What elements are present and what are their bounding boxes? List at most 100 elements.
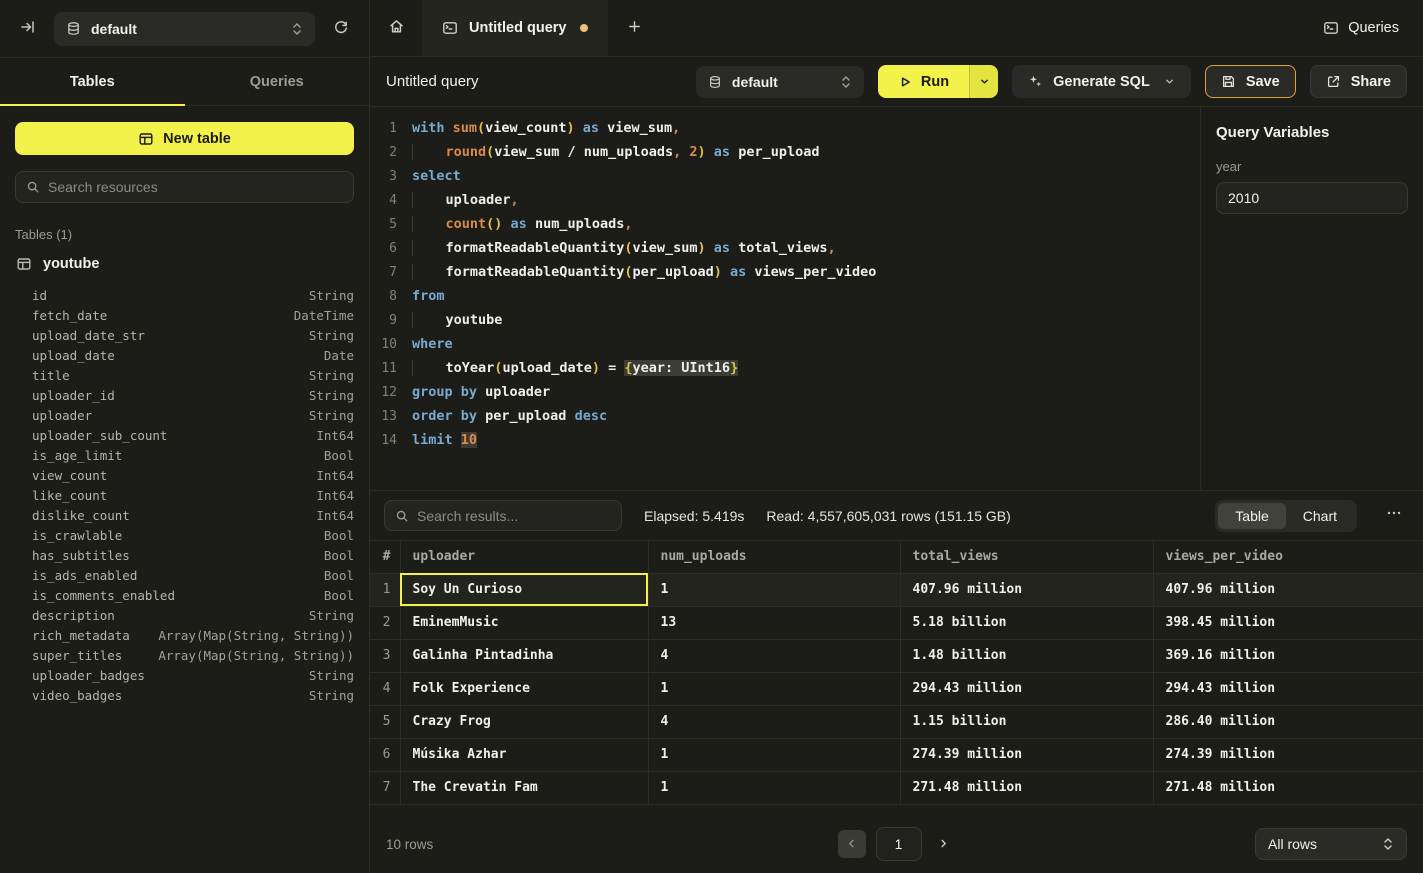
results-menu-button[interactable] [1379,505,1409,526]
next-page-button[interactable] [932,830,956,858]
search-results-input[interactable] [417,508,611,524]
code-line[interactable]: 10where [370,332,1200,356]
home-button[interactable] [370,0,422,56]
code-line[interactable]: 12group by uploader [370,380,1200,404]
table-cell[interactable]: 1.15 billion [900,705,1153,738]
table-cell[interactable]: 294.43 million [1153,672,1423,705]
schema-column-row[interactable]: fetch_dateDateTime [15,306,354,326]
schema-column-row[interactable]: is_comments_enabledBool [15,586,354,606]
code-line[interactable]: 4 uploader, [370,188,1200,212]
table-cell[interactable]: The Crevatin Fam [400,771,648,804]
code-line[interactable]: 2 round(view_sum / num_uploads, 2) as pe… [370,140,1200,164]
table-row[interactable]: 7The Crevatin Fam1271.48 million271.48 m… [370,771,1423,804]
table-row[interactable]: 1Soy Un Curioso1407.96 million407.96 mil… [370,573,1423,606]
refresh-button[interactable] [327,15,355,43]
schema-column-row[interactable]: descriptionString [15,606,354,626]
column-header[interactable]: views_per_video [1153,541,1423,573]
code-line[interactable]: 13order by per_upload desc [370,404,1200,428]
schema-column-row[interactable]: view_countInt64 [15,466,354,486]
table-row[interactable]: 2EminemMusic135.18 billion398.45 million [370,606,1423,639]
table-cell[interactable]: 407.96 million [900,573,1153,606]
column-header[interactable]: num_uploads [648,541,900,573]
tab-untitled-query[interactable]: Untitled query [422,0,608,56]
schema-column-row[interactable]: titleString [15,366,354,386]
sidebar-tab-queries[interactable]: Queries [185,58,370,105]
table-cell[interactable]: 4 [648,639,900,672]
table-cell[interactable]: EminemMusic [400,606,648,639]
code-line[interactable]: 5 count() as num_uploads, [370,212,1200,236]
table-cell[interactable]: Músika Azhar [400,738,648,771]
view-mode-chart[interactable]: Chart [1286,503,1354,529]
code-line[interactable]: 3select [370,164,1200,188]
schema-column-row[interactable]: rich_metadataArray(Map(String, String)) [15,626,354,646]
variable-year-input[interactable] [1216,182,1408,214]
schema-column-row[interactable]: uploaderString [15,406,354,426]
table-cell[interactable]: 4 [648,705,900,738]
table-cell[interactable]: 1 [648,573,900,606]
table-row[interactable]: 6Músika Azhar1274.39 million274.39 milli… [370,738,1423,771]
code-line[interactable]: 6 formatReadableQuantity(view_sum) as to… [370,236,1200,260]
collapse-sidebar-button[interactable] [14,15,42,43]
table-cell[interactable]: 5.18 billion [900,606,1153,639]
schema-column-row[interactable]: uploader_sub_countInt64 [15,426,354,446]
table-row[interactable]: 3Galinha Pintadinha41.48 billion369.16 m… [370,639,1423,672]
run-options-button[interactable] [969,65,998,98]
view-mode-table[interactable]: Table [1218,503,1285,529]
run-button[interactable]: Run [878,65,969,98]
column-header[interactable]: total_views [900,541,1153,573]
table-row[interactable]: 5Crazy Frog41.15 billion286.40 million [370,705,1423,738]
table-cell[interactable]: Crazy Frog [400,705,648,738]
table-cell[interactable]: 271.48 million [900,771,1153,804]
schema-column-row[interactable]: like_countInt64 [15,486,354,506]
table-cell[interactable]: 1 [648,771,900,804]
schema-column-row[interactable]: video_badgesString [15,686,354,706]
code-line[interactable]: 14limit 10 [370,428,1200,452]
table-cell[interactable]: 407.96 million [1153,573,1423,606]
schema-column-row[interactable]: upload_date_strString [15,326,354,346]
table-cell[interactable]: 274.39 million [1153,738,1423,771]
code-line[interactable]: 11 toYear(upload_date) = {year: UInt16} [370,356,1200,380]
sql-editor[interactable]: 1with sum(view_count) as view_sum,2 roun… [370,107,1200,490]
schema-column-row[interactable]: is_crawlableBool [15,526,354,546]
schema-column-row[interactable]: has_subtitlesBool [15,546,354,566]
queries-button[interactable]: Queries [1299,0,1423,56]
sidebar-tab-tables[interactable]: Tables [0,58,185,105]
code-line[interactable]: 9 youtube [370,308,1200,332]
new-tab-button[interactable] [608,0,660,56]
table-cell[interactable]: 1.48 billion [900,639,1153,672]
code-line[interactable]: 7 formatReadableQuantity(per_upload) as … [370,260,1200,284]
schema-column-row[interactable]: is_ads_enabledBool [15,566,354,586]
page-number[interactable]: 1 [876,827,922,861]
schema-column-row[interactable]: is_age_limitBool [15,446,354,466]
schema-column-row[interactable]: dislike_countInt64 [15,506,354,526]
code-line[interactable]: 8from [370,284,1200,308]
prev-page-button[interactable] [838,830,866,858]
table-cell[interactable]: 294.43 million [900,672,1153,705]
database-selector[interactable]: default [54,12,315,46]
column-header[interactable]: uploader [400,541,648,573]
table-cell[interactable]: 369.16 million [1153,639,1423,672]
table-cell[interactable]: Folk Experience [400,672,648,705]
schema-column-row[interactable]: upload_dateDate [15,346,354,366]
schema-column-row[interactable]: super_titlesArray(Map(String, String)) [15,646,354,666]
schema-column-row[interactable]: idString [15,286,354,306]
share-button[interactable]: Share [1310,65,1407,98]
query-database-selector[interactable]: default [696,66,864,98]
chevron-down-icon[interactable] [1164,76,1175,87]
table-cell[interactable]: 398.45 million [1153,606,1423,639]
new-table-button[interactable]: New table [15,122,354,155]
table-cell[interactable]: 286.40 million [1153,705,1423,738]
save-button[interactable]: Save [1205,65,1296,98]
generate-sql-button[interactable]: Generate SQL [1012,65,1191,98]
table-cell[interactable]: Galinha Pintadinha [400,639,648,672]
schema-column-row[interactable]: uploader_idString [15,386,354,406]
table-cell[interactable]: 271.48 million [1153,771,1423,804]
search-resources-input[interactable] [48,179,343,195]
table-cell[interactable]: 13 [648,606,900,639]
sidebar-item-youtube-table[interactable]: youtube [15,254,354,274]
table-cell[interactable]: 1 [648,672,900,705]
page-size-selector[interactable]: All rows [1255,828,1407,860]
code-line[interactable]: 1with sum(view_count) as view_sum, [370,116,1200,140]
column-header[interactable]: # [370,541,400,573]
schema-column-row[interactable]: uploader_badgesString [15,666,354,686]
